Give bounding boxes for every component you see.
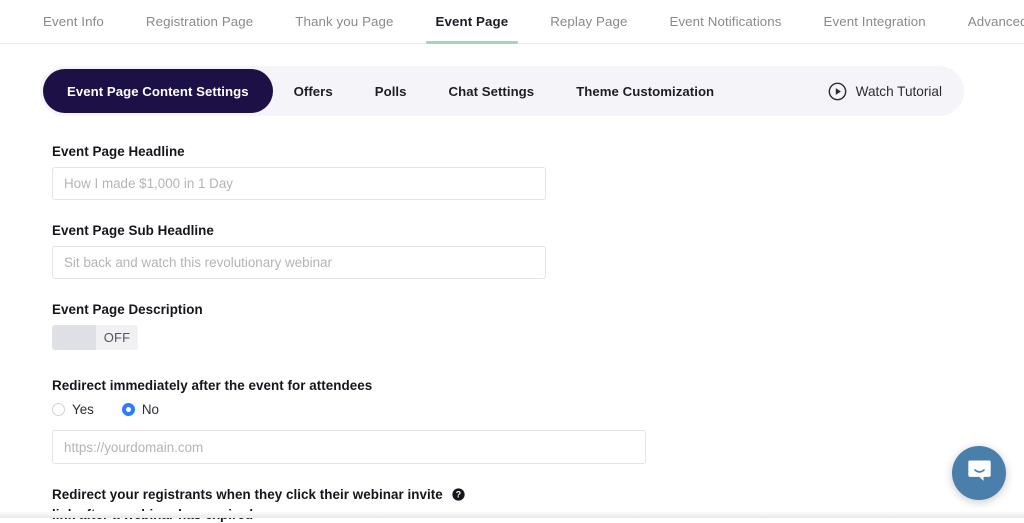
redirect-attendees-label: Redirect immediately after the event for… [52, 378, 984, 393]
nav-tab-event-notifications[interactable]: Event Notifications [648, 0, 802, 43]
nav-tab-replay-page[interactable]: Replay Page [529, 0, 648, 43]
tab-theme-customization[interactable]: Theme Customization [555, 84, 735, 99]
helper-line-1-text: Redirect your registrants when they clic… [52, 487, 443, 502]
chat-widget-button[interactable] [952, 446, 1006, 500]
nav-tab-event-info[interactable]: Event Info [22, 0, 125, 43]
nav-tab-label: Thank you Page [295, 14, 393, 29]
event-page-description-toggle[interactable]: OFF [52, 325, 138, 350]
nav-tab-event-page[interactable]: Event Page [415, 0, 530, 43]
secondary-tabbar: Event Page Content Settings Offers Polls… [40, 66, 964, 116]
tab-offers[interactable]: Offers [273, 84, 354, 99]
field-group-description: Event Page Description OFF [52, 302, 984, 355]
event-page-sub-headline-input[interactable] [52, 246, 546, 279]
svg-text:?: ? [456, 490, 461, 500]
nav-tab-advanced-options[interactable]: Advanced Options [947, 0, 1024, 43]
event-page-sub-headline-label: Event Page Sub Headline [52, 223, 984, 238]
field-group-redirect: Redirect immediately after the event for… [52, 378, 984, 464]
primary-navigation: Event Info Registration Page Thank you P… [0, 0, 1024, 44]
play-circle-icon [828, 82, 847, 101]
secondary-tabbar-container: Event Page Content Settings Offers Polls… [0, 44, 1024, 116]
tab-polls[interactable]: Polls [354, 84, 428, 99]
watch-tutorial-button[interactable]: Watch Tutorial [828, 82, 950, 101]
chat-bubble-icon [966, 457, 993, 489]
redirect-radio-group: Yes No [52, 402, 984, 417]
nav-tab-event-integration[interactable]: Event Integration [803, 0, 947, 43]
redirect-url-input[interactable] [52, 430, 646, 464]
radio-label-yes: Yes [72, 402, 94, 417]
radio-indicator-yes [52, 403, 65, 416]
nav-tab-label: Replay Page [550, 14, 627, 29]
nav-tab-label: Event Info [43, 14, 104, 29]
page-bottom-edge [0, 511, 1024, 518]
event-page-headline-input[interactable] [52, 167, 546, 200]
event-page-headline-label: Event Page Headline [52, 144, 984, 159]
tab-label: Polls [375, 84, 407, 99]
watch-tutorial-label: Watch Tutorial [856, 84, 942, 99]
tab-label: Event Page Content Settings [67, 84, 249, 99]
radio-indicator-no [122, 403, 135, 416]
event-page-settings-form: Event Page Headline Event Page Sub Headl… [0, 116, 1024, 523]
toggle-state-label: OFF [96, 330, 138, 345]
tab-label: Theme Customization [576, 84, 714, 99]
tab-event-page-content-settings[interactable]: Event Page Content Settings [43, 69, 273, 113]
nav-tab-thank-you-page[interactable]: Thank you Page [274, 0, 414, 43]
nav-tab-label: Event Notifications [669, 14, 781, 29]
event-page-description-label: Event Page Description [52, 302, 984, 317]
nav-tab-registration-page[interactable]: Registration Page [125, 0, 274, 43]
question-mark-circle-icon[interactable]: ? [452, 488, 465, 506]
tab-label: Offers [294, 84, 333, 99]
nav-tab-label: Event Integration [824, 14, 926, 29]
toggle-knob [52, 325, 96, 350]
nav-tab-label: Registration Page [146, 14, 253, 29]
radio-option-yes[interactable]: Yes [52, 402, 94, 417]
field-group-headline: Event Page Headline [52, 144, 984, 200]
tab-chat-settings[interactable]: Chat Settings [428, 84, 556, 99]
nav-tab-label: Event Page [436, 14, 509, 29]
radio-option-no[interactable]: No [122, 402, 159, 417]
helper-text-line-1: Redirect your registrants when they clic… [52, 486, 482, 506]
tab-label: Chat Settings [449, 84, 535, 99]
field-group-sub-headline: Event Page Sub Headline [52, 223, 984, 279]
nav-tab-label: Advanced Options [968, 14, 1024, 29]
radio-label-no: No [142, 402, 159, 417]
